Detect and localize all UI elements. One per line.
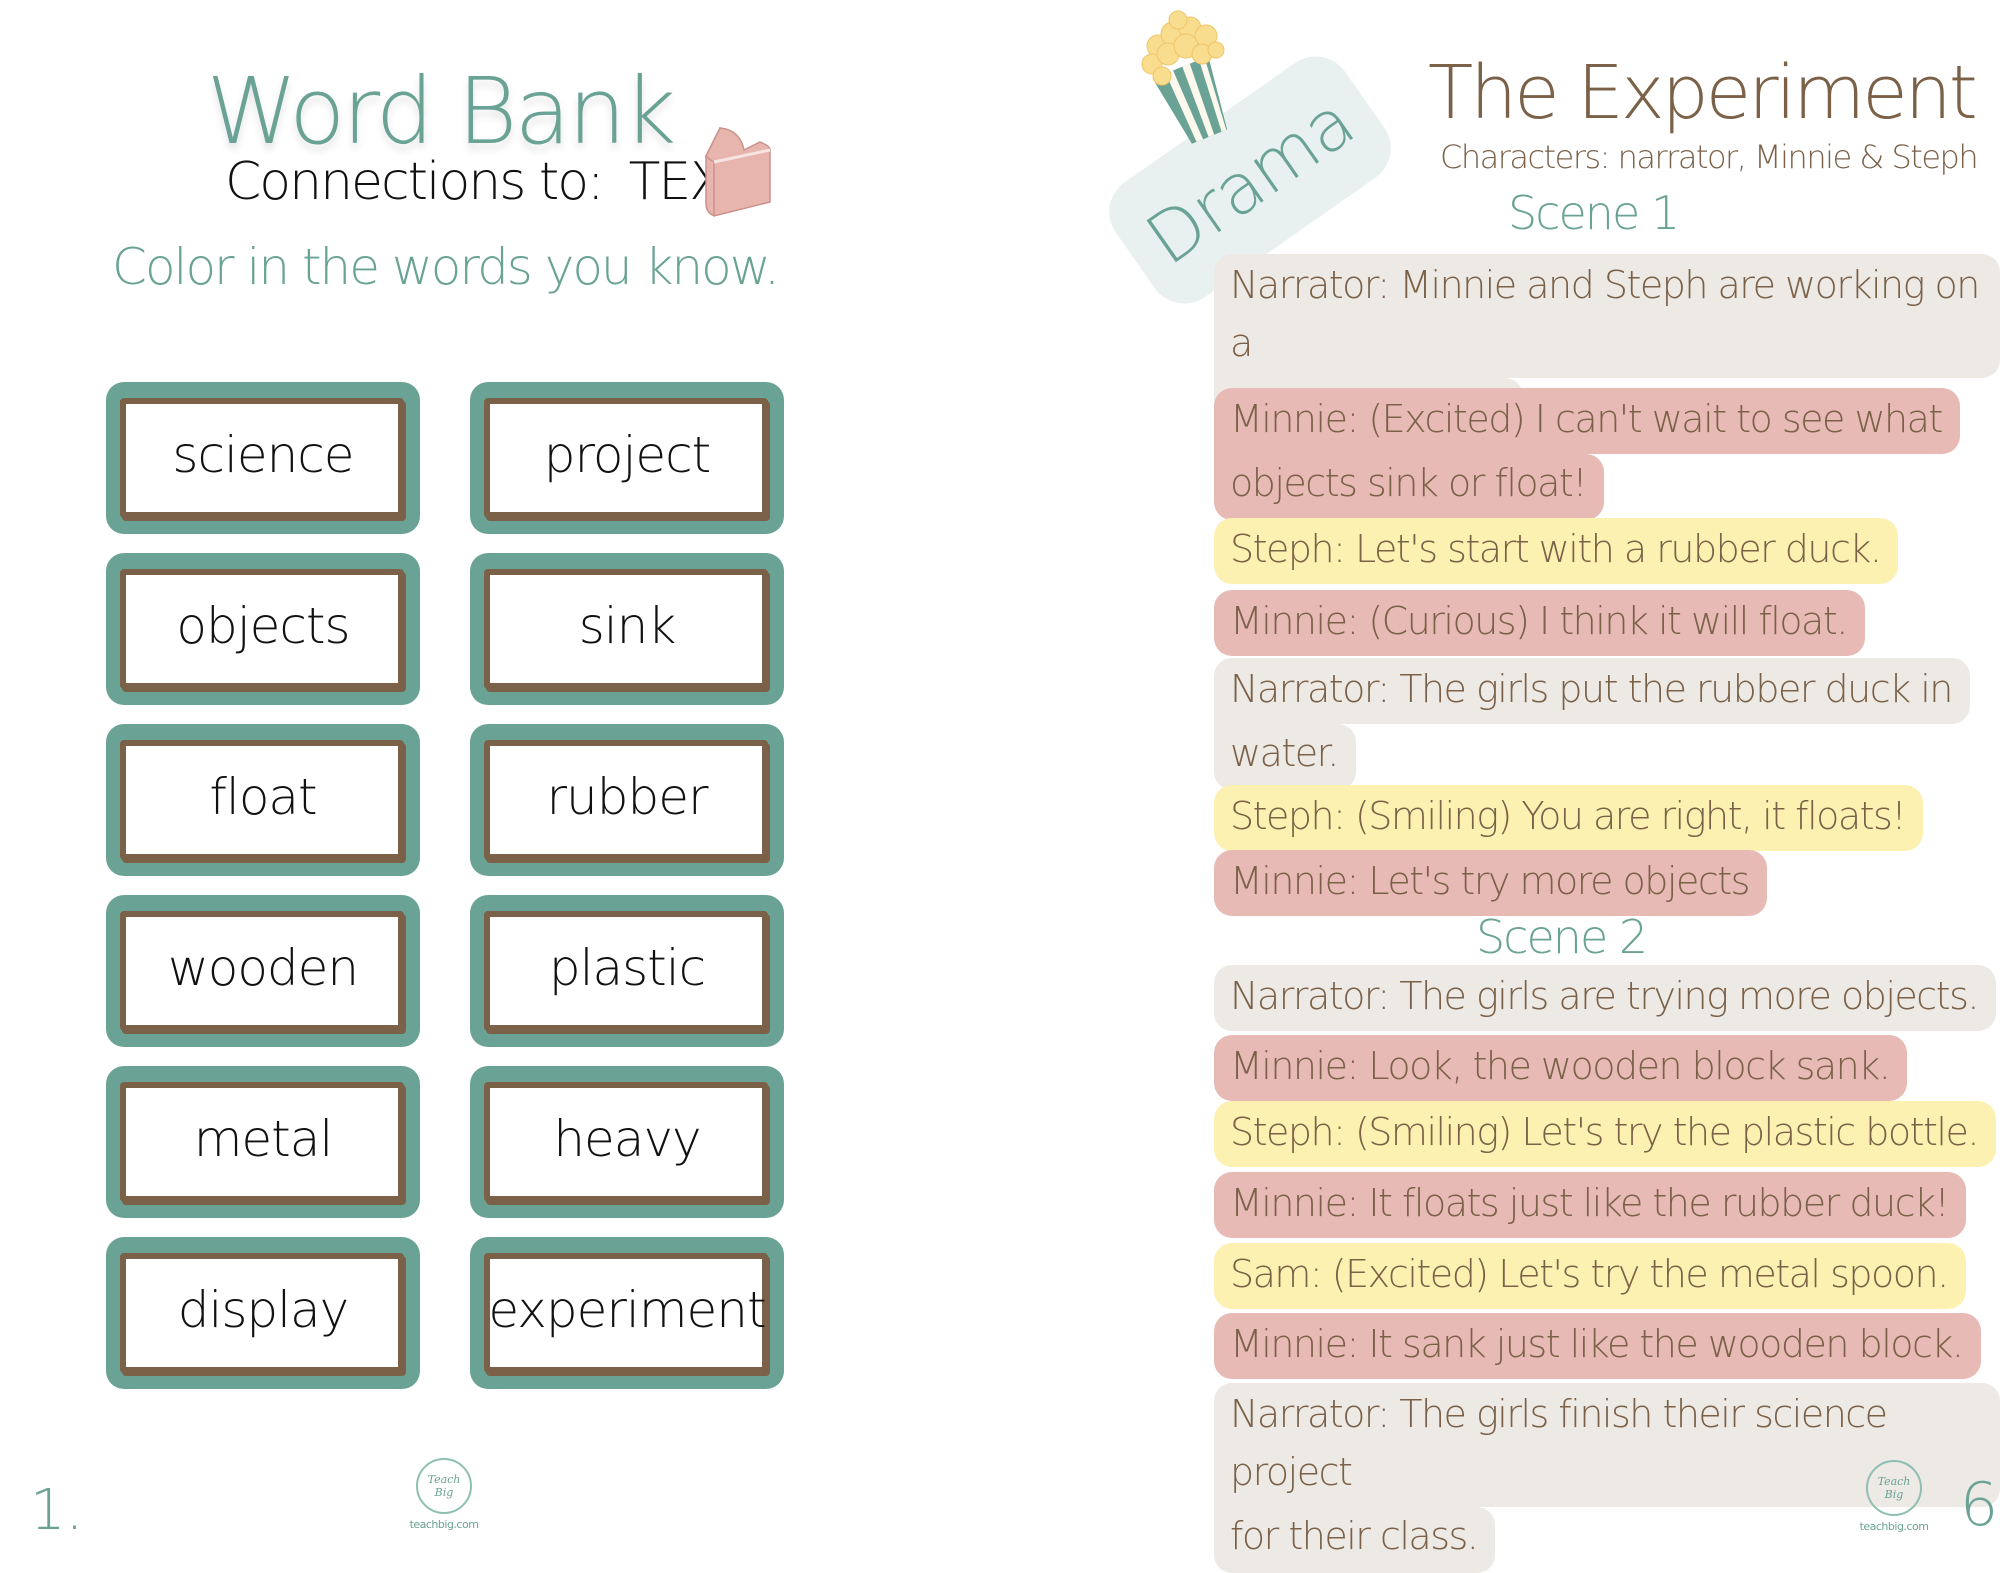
logo-url: teachbig.com [409,1518,479,1531]
word-card[interactable]: sink [470,553,784,705]
word-text: project [543,426,712,485]
dialogue-text-continued: objects sink or float! [1214,454,1605,520]
connections-label: Connections to: [225,152,605,212]
dialogue-text: Minnie: It sank just like the wooden blo… [1214,1313,1981,1379]
word-text: science [172,426,354,485]
dialogue-line-minnie: Minnie: It floats just like the rubber d… [1214,1172,1967,1238]
instruction-text: Color in the words you know. [112,238,780,296]
word-card[interactable]: display [106,1237,420,1389]
scene-heading: Scene 2 [1476,910,1648,964]
dialogue-text: Narrator: The girls are trying more obje… [1214,965,1996,1031]
dialogue-text-continued: for their class. [1214,1507,1496,1573]
dialogue-line-steph: Steph: (Smiling) You are right, it float… [1214,785,1924,851]
scene-heading: Scene 1 [1508,186,1680,240]
dialogue-text: Minnie: Let's try more objects [1214,850,1767,916]
dialogue-line-narrator: Narrator: The girls put the rubber duck … [1214,658,1970,790]
word-text: experiment [488,1281,766,1340]
word-text: sink [578,597,677,656]
dialogue-line-minnie: Minnie: Let's try more objects [1214,850,1767,916]
logo-circle: Teach Big [1866,1460,1922,1516]
drama-page: Drama The Experiment Characters: narrato… [1000,0,2000,1573]
dialogue-line-minnie: Minnie: (Curious) I think it will float. [1214,590,1865,656]
dialogue-text: Sam: (Excited) Let's try the metal spoon… [1214,1243,1966,1309]
dialogue-text: Narrator: The girls put the rubber duck … [1214,658,1970,724]
logo-url: teachbig.com [1859,1520,1929,1533]
dialogue-line-minnie: Minnie: It sank just like the wooden blo… [1214,1313,1981,1379]
word-card[interactable]: objects [106,553,420,705]
dialogue-line-minnie: Minnie: Look, the wooden block sank. [1214,1035,1908,1101]
word-text: wooden [167,939,359,998]
dialogue-line-steph: Steph: Let's start with a rubber duck. [1214,518,1899,584]
dialogue-text-continued: water. [1214,724,1356,790]
dialogue-line-narrator: Narrator: The girls are trying more obje… [1214,965,1996,1031]
dialogue-text: Steph: (Smiling) Let's try the plastic b… [1214,1101,1996,1167]
play-title: The Experiment [1428,50,1978,136]
word-text: heavy [553,1110,701,1169]
word-text: objects [176,597,350,656]
word-bank-page: Word Bank Connections to: TEXT Color in t… [0,0,1000,1545]
dialogue-text: Narrator: Minnie and Steph are working o… [1214,254,2000,378]
word-card[interactable]: wooden [106,895,420,1047]
connections-subtitle: Connections to: TEXT [225,152,754,212]
dialogue-line-minnie: Minnie: (Excited) I can't wait to see wh… [1214,388,1960,520]
dialogue-line-steph: Steph: (Smiling) Let's try the plastic b… [1214,1101,1996,1167]
book-icon [704,127,771,217]
page-number: 6. [1960,1470,2000,1540]
word-card[interactable]: heavy [470,1066,784,1218]
word-card[interactable]: plastic [470,895,784,1047]
word-card[interactable]: rubber [470,724,784,876]
word-text: metal [193,1110,334,1169]
logo-circle: Teach Big [416,1458,472,1514]
word-text: display [177,1281,350,1340]
dialogue-text: Steph: Let's start with a rubber duck. [1214,518,1899,584]
teachbig-logo: Teach Big teachbig.com [410,1458,479,1531]
dialogue-text: Minnie: (Excited) I can't wait to see wh… [1214,388,1960,454]
dialogue-text: Minnie: Look, the wooden block sank. [1214,1035,1908,1101]
word-card[interactable]: float [106,724,420,876]
teachbig-logo: Teach Big teachbig.com [1860,1460,1929,1533]
dialogue-line-steph: Sam: (Excited) Let's try the metal spoon… [1214,1243,1966,1309]
page-number: 1. [30,1478,84,1543]
popcorn-icon [1141,10,1228,144]
dialogue-text: Steph: (Smiling) You are right, it float… [1214,785,1924,851]
dialogue-text: Minnie: It floats just like the rubber d… [1214,1172,1967,1238]
word-text: rubber [546,768,708,827]
characters-list: Characters: narrator, Minnie & Steph [1440,138,1979,176]
word-text: float [209,768,317,827]
word-card[interactable]: metal [106,1066,420,1218]
word-card[interactable]: science [106,382,420,534]
word-card[interactable]: project [470,382,784,534]
word-text: plastic [548,939,706,998]
word-card[interactable]: experiment [470,1237,784,1389]
dialogue-text: Minnie: (Curious) I think it will float. [1214,590,1865,656]
